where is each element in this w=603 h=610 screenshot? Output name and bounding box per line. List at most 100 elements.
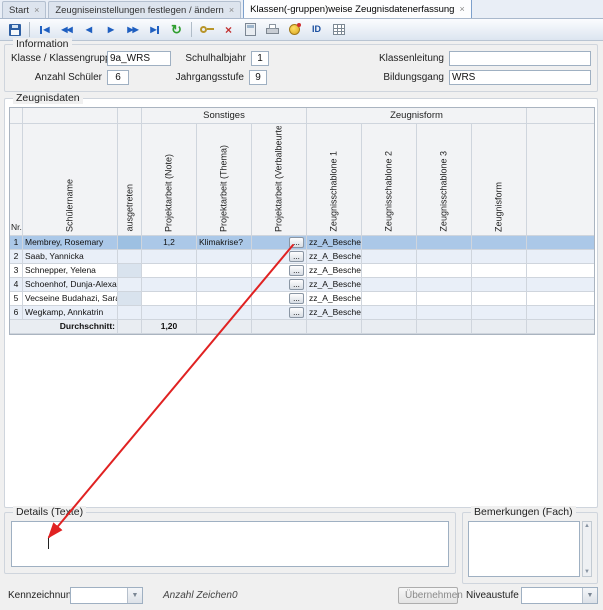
details-textarea[interactable] [12,522,448,566]
uebernehmen-button[interactable]: Übernehmen [398,587,458,604]
table-row[interactable]: 3 Schnepper, Yelena ... zz_A_Beschei... [10,264,594,278]
table-row[interactable]: 1 Membrey, Rosemary 1,2 Klimakrise? ... … [10,236,594,250]
id-button[interactable]: ID [306,20,327,39]
projektarbeit-verbal-cell[interactable]: ... [252,250,307,264]
student-name-cell[interactable]: Schnepper, Yelena [23,264,118,278]
zeugnisschablone-1-cell[interactable]: zz_A_Beschei... [307,264,362,278]
table-row[interactable]: 4 Schoenhof, Dunja-Alexandra ... zz_A_Be… [10,278,594,292]
student-name-cell[interactable]: Schoenhof, Dunja-Alexandra [23,278,118,292]
grid-button[interactable] [328,20,349,39]
ellipsis-button[interactable]: ... [289,279,304,290]
zeugnisschablone-3-cell[interactable] [417,306,472,320]
zeugnisschablone-1-cell[interactable]: zz_A_Beschei... [307,236,362,250]
nav-fast-back-button[interactable]: ◀◀ [56,20,77,39]
niveaustufe-select[interactable]: ▼ [521,587,598,604]
zeugnisschablone-1-cell[interactable]: zz_A_Beschei... [307,250,362,264]
ausgetreten-cell[interactable] [118,250,142,264]
zeugnisform-cell[interactable] [472,236,527,250]
print-button[interactable] [262,20,283,39]
klassenleitung-input[interactable] [449,51,591,66]
ellipsis-button[interactable]: ... [289,251,304,262]
projektarbeit-thema-cell[interactable] [197,292,252,306]
tab-zeugnisdatenerfassung[interactable]: Klassen(-gruppen)weise Zeugnisdatenerfas… [243,0,472,18]
zeugnisschablone-3-cell[interactable] [417,250,472,264]
zeugnisschablone-3-cell[interactable] [417,236,472,250]
close-icon[interactable]: × [459,4,464,14]
zeugnisschablone-1-cell[interactable]: zz_A_Beschei... [307,306,362,320]
projektarbeit-thema-cell[interactable] [197,278,252,292]
zeugnisschablone-1-cell[interactable]: zz_A_Beschei... [307,292,362,306]
alarm-button[interactable] [284,20,305,39]
zeugnisform-cell[interactable] [472,264,527,278]
projektarbeit-thema-cell[interactable] [197,264,252,278]
zeugnisschablone-2-cell[interactable] [362,250,417,264]
projektarbeit-note-cell[interactable] [142,306,197,320]
table-row[interactable]: 6 Wegkamp, Annkatrin ... zz_A_Beschei... [10,306,594,320]
key-button[interactable] [196,20,217,39]
table-row[interactable]: 5 Vecseine Budahazi, Sarah-C... ... zz_A… [10,292,594,306]
zeugnisform-cell[interactable] [472,250,527,264]
projektarbeit-verbal-cell[interactable]: ... [252,264,307,278]
student-name-cell[interactable]: Wegkamp, Annkatrin [23,306,118,320]
calculator-button[interactable] [240,20,261,39]
projektarbeit-thema-cell[interactable] [197,250,252,264]
nav-fast-forward-button[interactable]: ▶▶ [122,20,143,39]
tab-zeugniseinstellungen[interactable]: Zeugniseinstellungen festlegen / ändern … [48,1,241,18]
bildungsgang-input[interactable] [449,70,591,85]
bemerkungen-textarea[interactable] [469,522,579,576]
ausgetreten-cell[interactable] [118,306,142,320]
ellipsis-button[interactable]: ... [289,265,304,276]
refresh-button[interactable]: ↻ [166,20,187,39]
nav-first-button[interactable]: ◀ [34,20,55,39]
zeugnisform-cell[interactable] [472,292,527,306]
projektarbeit-verbal-cell[interactable]: ... [252,292,307,306]
table-row[interactable]: 2 Saab, Yannicka ... zz_A_Beschei... [10,250,594,264]
zeugnisschablone-3-cell[interactable] [417,264,472,278]
projektarbeit-note-cell[interactable] [142,250,197,264]
projektarbeit-thema-cell[interactable] [197,306,252,320]
close-icon[interactable]: × [229,5,234,15]
scrollbar[interactable]: ▲ ▼ [582,521,592,577]
ausgetreten-cell[interactable] [118,292,142,306]
projektarbeit-thema-cell[interactable]: Klimakrise? [197,236,252,250]
scroll-down-icon[interactable]: ▼ [584,568,590,576]
zeugnisschablone-2-cell[interactable] [362,306,417,320]
student-name-cell[interactable]: Membrey, Rosemary [23,236,118,250]
nav-last-button[interactable]: ▶ [144,20,165,39]
tab-start[interactable]: Start × [2,1,46,18]
projektarbeit-note-cell[interactable]: 1,2 [142,236,197,250]
scroll-up-icon[interactable]: ▲ [584,522,590,530]
student-name-cell[interactable]: Vecseine Budahazi, Sarah-C... [23,292,118,306]
zeugnisschablone-2-cell[interactable] [362,292,417,306]
zeugnisschablone-2-cell[interactable] [362,236,417,250]
anzahl-schueler-input[interactable] [107,70,129,85]
zeugnisschablone-2-cell[interactable] [362,278,417,292]
projektarbeit-note-cell[interactable] [142,292,197,306]
kennzeichnung-select[interactable]: ▼ [70,587,143,604]
chevron-down-icon[interactable]: ▼ [127,588,142,603]
zeugnisschablone-1-cell[interactable]: zz_A_Beschei... [307,278,362,292]
close-icon[interactable]: × [34,5,39,15]
ausgetreten-cell[interactable] [118,278,142,292]
student-name-cell[interactable]: Saab, Yannicka [23,250,118,264]
delete-button[interactable]: × [218,20,239,39]
chevron-down-icon[interactable]: ▼ [582,588,597,603]
ellipsis-button[interactable]: ... [289,307,304,318]
projektarbeit-verbal-cell[interactable]: ... [252,306,307,320]
projektarbeit-note-cell[interactable] [142,264,197,278]
nav-prev-button[interactable]: ◀ [78,20,99,39]
jahrgangsstufe-input[interactable] [249,70,267,85]
zeugnisform-cell[interactable] [472,278,527,292]
projektarbeit-verbal-cell[interactable]: ... [252,236,307,250]
nav-next-button[interactable]: ▶ [100,20,121,39]
projektarbeit-note-cell[interactable] [142,278,197,292]
projektarbeit-verbal-cell[interactable]: ... [252,278,307,292]
schulhalbjahr-input[interactable] [251,51,269,66]
ellipsis-button[interactable]: ... [289,237,304,248]
zeugnisschablone-3-cell[interactable] [417,278,472,292]
ausgetreten-cell[interactable] [118,264,142,278]
zeugnisform-cell[interactable] [472,306,527,320]
zeugnisschablone-2-cell[interactable] [362,264,417,278]
ellipsis-button[interactable]: ... [289,293,304,304]
klasse-input[interactable] [107,51,171,66]
